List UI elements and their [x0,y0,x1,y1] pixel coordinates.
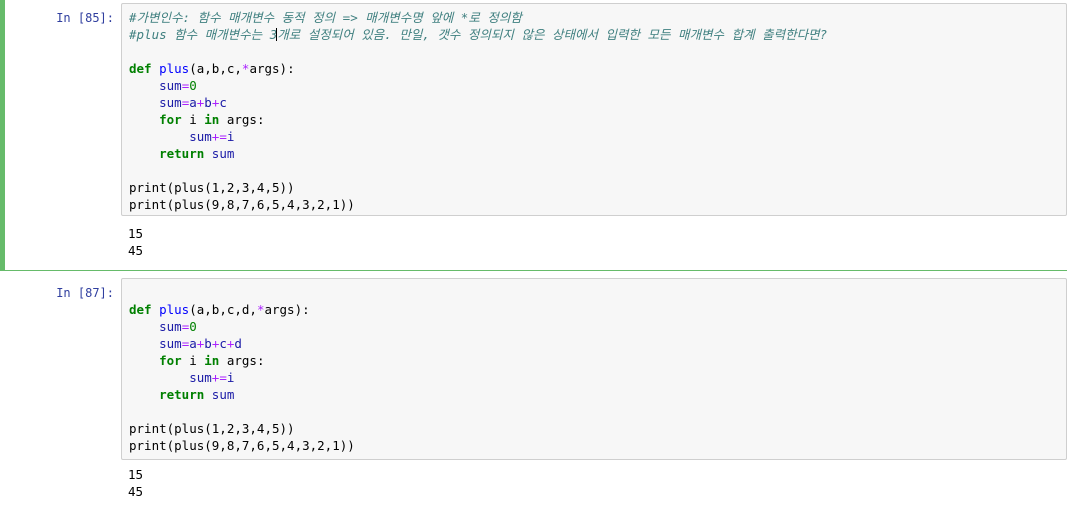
variable: sum [189,370,212,385]
code-cell-85[interactable]: In [85]: #가변인수: 함수 매개변수 동적 정의 => 매개변수명 앞… [0,0,1067,271]
code-line: sum=0 [129,318,355,335]
variable: i [226,129,235,144]
variable: i [226,370,235,385]
code-line: sum=a+b+c [129,94,827,111]
loop-var: i [181,112,205,127]
params-rest: args): [249,61,295,76]
variable: sum [159,78,182,93]
code-line: sum=0 [129,77,827,94]
keyword: return [159,387,205,402]
cell-prompt: In [87]: [56,286,114,300]
keyword: return [159,146,205,161]
variable: a [189,95,197,110]
code-line: sum+=i [129,128,827,145]
comment-text: #plus 함수 매개변수는 3 [129,27,278,42]
params: (a,b,c,d, [189,302,257,317]
code-cell-87[interactable]: In [87]: def plus(a,b,c,d,*args): sum=0 … [0,272,1067,510]
params-rest: args): [264,302,310,317]
output-line: 15 [128,226,144,241]
code-line: for i in args: [129,352,355,369]
code-line: print(plus(9,8,7,6,5,4,3,2,1)) [129,438,355,453]
def-line: def plus(a,b,c,*args): [129,60,827,77]
function-name: plus [159,61,190,76]
number: 0 [189,319,197,334]
comment-line: #가변인수: 함수 매개변수 동적 정의 => 매개변수명 앞에 *로 정의함 [129,10,522,25]
variable: d [234,336,242,351]
variable: sum [159,95,182,110]
code-line: print(plus(1,2,3,4,5)) [129,180,295,195]
code-line: return sum [129,145,827,162]
loop-iter: args: [219,112,265,127]
variable: a [189,336,197,351]
variable: sum [211,387,235,402]
number: 0 [189,78,197,93]
keyword: def [129,61,152,76]
code-line: sum=a+b+c+d [129,335,355,352]
cell-bottom-border [5,270,1067,271]
variable: sum [189,129,212,144]
variable: b [204,336,212,351]
variable: sum [211,146,235,161]
code-line: print(plus(9,8,7,6,5,4,3,2,1)) [129,197,355,212]
variable: c [219,336,227,351]
comment-text: 개로 설정되어 있음. 만일, 갯수 정의되지 않은 상태에서 입력한 모든 매… [277,27,828,42]
operator: += [211,129,227,144]
comment-line: #plus 함수 매개변수는 3개로 설정되어 있음. 만일, 갯수 정의되지 … [129,26,827,43]
code-editor[interactable]: def plus(a,b,c,d,*args): sum=0 sum=a+b+c… [129,301,355,454]
code-input-area[interactable]: def plus(a,b,c,d,*args): sum=0 sum=a+b+c… [121,278,1067,460]
variable: c [219,95,227,110]
cell-output: 15 45 [128,466,143,500]
cell-output: 15 45 [128,225,143,259]
code-editor[interactable]: #가변인수: 함수 매개변수 동적 정의 => 매개변수명 앞에 *로 정의함 … [129,9,827,213]
code-line: return sum [129,386,355,403]
variable: b [204,95,212,110]
def-line: def plus(a,b,c,d,*args): [129,301,355,318]
keyword: for [159,112,182,127]
variable: sum [159,336,182,351]
cell-prompt: In [85]: [56,11,114,25]
variable: sum [159,319,182,334]
function-name: plus [159,302,190,317]
output-line: 45 [128,484,144,499]
keyword: def [129,302,152,317]
output-line: 15 [128,467,144,482]
operator: += [211,370,227,385]
code-line: for i in args: [129,111,827,128]
params: (a,b,c, [189,61,242,76]
loop-var: i [181,353,205,368]
code-line: sum+=i [129,369,355,386]
output-line: 45 [128,243,144,258]
keyword: in [204,112,220,127]
keyword: in [204,353,220,368]
keyword: for [159,353,182,368]
code-line: print(plus(1,2,3,4,5)) [129,421,295,436]
code-input-area[interactable]: #가변인수: 함수 매개변수 동적 정의 => 매개변수명 앞에 *로 정의함 … [121,3,1067,216]
loop-iter: args: [219,353,265,368]
